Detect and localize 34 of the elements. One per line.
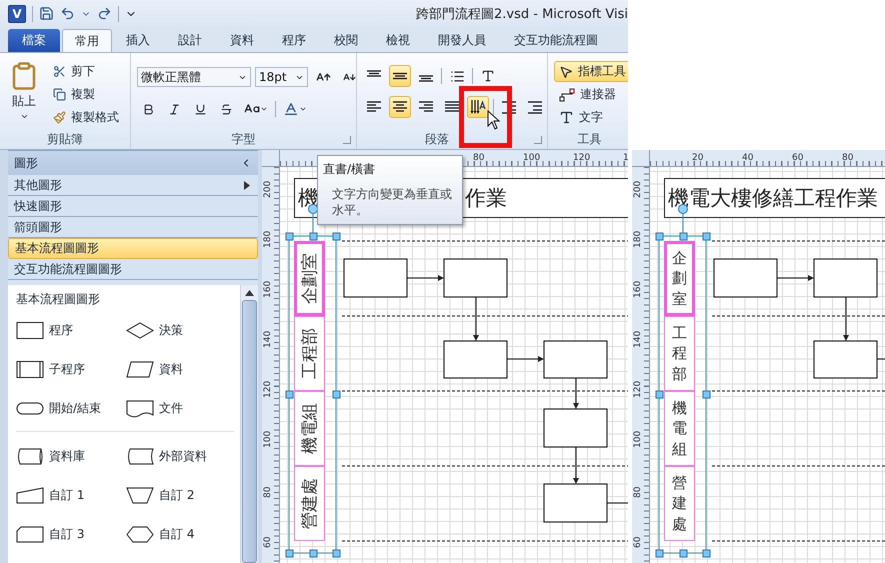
ruler-number: 120	[633, 380, 643, 398]
ruler-number: 60	[263, 536, 273, 548]
ruler-number: 60	[633, 536, 643, 548]
stencil-title: 基本流程圖圖形	[16, 291, 101, 308]
ruler-number: 140	[263, 330, 273, 348]
group-label: 工具	[578, 131, 602, 148]
ruler-number: 20	[692, 153, 704, 163]
tooltip-title: 直書/橫書	[323, 161, 376, 178]
ruler-number: 180	[263, 230, 273, 248]
diagram-title: 作業	[465, 185, 507, 212]
group-label: 段落	[425, 131, 449, 148]
ruler-number: 120	[263, 380, 273, 398]
ruler-number: 80	[263, 486, 273, 498]
ruler-number: 140	[633, 330, 643, 348]
ruler-number: 40	[742, 153, 754, 163]
window-title: 跨部門流程圖2.vsd - Microsoft Visi	[416, 6, 628, 22]
ruler-number: 80	[473, 153, 484, 163]
ruler-number: 80	[633, 486, 643, 498]
ruler-number: 200	[263, 180, 273, 198]
ruler-number: 200	[633, 180, 643, 198]
ruler-number: 120	[573, 153, 590, 163]
group-label: 字型	[232, 131, 256, 148]
tooltip-text: 文字方向變更為垂直或水平。	[332, 186, 453, 218]
ruler-number: 100	[263, 430, 273, 448]
ruler-number: 1	[623, 153, 628, 163]
ruler-number: 80	[842, 153, 854, 163]
ruler-number: 100	[523, 153, 540, 163]
group-label: 剪貼簿	[47, 131, 83, 148]
ruler-number: 60	[792, 153, 804, 163]
ruler-number: 100	[633, 430, 643, 448]
ruler-number: 160	[633, 280, 643, 298]
ruler-number: 160	[263, 280, 273, 298]
ruler-number: 180	[633, 230, 643, 248]
panel-title: 圖形	[14, 154, 38, 172]
